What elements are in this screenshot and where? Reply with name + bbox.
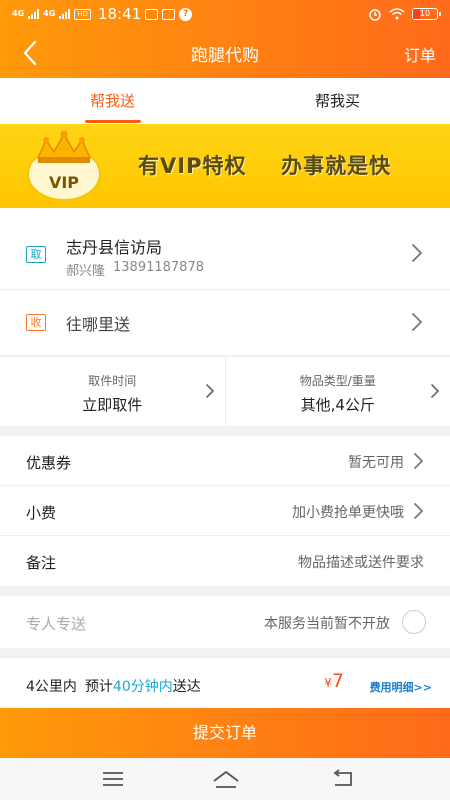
battery-icon: 10 <box>412 8 441 20</box>
eta-suffix: 送达 <box>172 679 201 695</box>
tip-label: 小费 <box>26 504 57 522</box>
pickup-contact: 郝兴隆 13891187878 <box>66 260 204 279</box>
chevron-right-icon <box>414 453 423 469</box>
battery-level: 10 <box>419 9 431 18</box>
special-delivery-row: 专人专送 本服务当前暂不开放 <box>0 596 450 648</box>
remark-row[interactable]: 备注 物品描述或送件要求 <box>0 536 450 586</box>
destination-address-row[interactable]: 收 往哪里送 <box>0 290 450 355</box>
tip-value: 加小费抢单更快哦 <box>292 505 404 521</box>
home-icon[interactable] <box>211 768 241 790</box>
back-icon[interactable] <box>330 768 356 790</box>
vip-banner[interactable]: VIP 有VIP特权 办事就是快 <box>0 124 450 208</box>
tab-deliver-for-me[interactable]: 帮我送 <box>0 78 225 124</box>
hd-badge: HD <box>74 8 91 20</box>
back-button[interactable] <box>14 37 46 69</box>
remark-placeholder: 物品描述或送件要求 <box>298 555 424 571</box>
tip-row[interactable]: 小费 加小费抢单更快哦 <box>0 486 450 536</box>
header: 跑腿代购 订单 <box>0 28 450 78</box>
system-nav-bar <box>0 758 450 800</box>
destination-placeholder: 往哪里送 <box>66 315 131 334</box>
distance-text: 4公里内 <box>26 679 77 695</box>
chevron-right-icon <box>205 384 214 398</box>
destination-tag: 收 <box>26 314 46 331</box>
address-card: 取 志丹县信访局 郝兴隆 13891187878 收 往哪里送 <box>0 208 450 355</box>
coupon-label: 优惠券 <box>26 454 72 472</box>
price: ¥7 <box>324 670 344 692</box>
chevron-right-icon <box>431 384 440 398</box>
price-currency: ¥ <box>324 676 332 690</box>
remark-label: 备注 <box>26 554 57 572</box>
pickup-meta-row: 取件时间 立即取件 物品类型/重量 其他,4公斤 <box>0 356 450 426</box>
price-amount: 7 <box>331 670 344 692</box>
page-title: 跑腿代购 <box>191 45 259 66</box>
pickup-time-selector[interactable]: 取件时间 立即取件 <box>0 357 225 426</box>
eta-text: 预计40分钟内送达 <box>85 676 201 696</box>
vip-crown-icon: VIP <box>27 130 101 201</box>
special-delivery-note: 本服务当前暂不开放 <box>264 616 390 632</box>
pickup-address-row[interactable]: 取 志丹县信访局 郝兴隆 13891187878 <box>0 208 450 290</box>
signal-icon <box>28 9 40 19</box>
eta-highlight: 40分钟内 <box>112 679 173 695</box>
network-type-1: 4G <box>12 9 25 18</box>
wifi-icon <box>389 8 405 20</box>
pickup-contact-name: 郝兴隆 <box>66 264 106 279</box>
help-icon: ? <box>179 7 193 21</box>
eta-prefix: 预计 <box>84 679 113 695</box>
delivery-estimate: 4公里内 预计40分钟内送达 <box>26 676 201 696</box>
vip-slogan-part2: 办事就是快 <box>281 154 392 178</box>
tab-buy-for-me[interactable]: 帮我买 <box>225 78 450 124</box>
app-icon <box>162 8 176 20</box>
special-delivery-label: 专人专送 <box>26 615 87 633</box>
order-summary: 4公里内 预计40分钟内送达 ¥7 费用明细>> <box>0 658 450 708</box>
coupon-row[interactable]: 优惠券 暂无可用 <box>0 436 450 486</box>
pickup-tag: 取 <box>26 246 46 263</box>
item-type-value: 其他,4公斤 <box>300 396 375 414</box>
signal-icon-2 <box>59 9 71 19</box>
pickup-time-label: 取件时间 <box>88 374 137 388</box>
pickup-time-value: 立即取件 <box>82 396 143 414</box>
coupon-value: 暂无可用 <box>348 455 404 471</box>
fee-detail-link[interactable]: 费用明细>> <box>370 679 432 695</box>
pickup-contact-phone: 13891187878 <box>113 260 204 275</box>
chevron-right-icon <box>414 503 423 519</box>
pickup-address: 志丹县信访局 <box>66 238 163 257</box>
tab-bar: 帮我送 帮我买 <box>0 78 450 124</box>
vip-slogan-part1: 有VIP特权 <box>138 154 247 178</box>
status-left: 4G 4G HD 18:41 ? <box>12 5 193 23</box>
item-type-selector[interactable]: 物品类型/重量 其他,4公斤 <box>224 357 450 426</box>
order-options: 优惠券 暂无可用 小费 加小费抢单更快哦 备注 物品描述或送件要求 <box>0 436 450 586</box>
status-right: 10 <box>368 7 441 21</box>
message-icon <box>145 8 159 20</box>
status-time: 18:41 <box>97 5 142 23</box>
chevron-right-icon <box>412 244 422 262</box>
chevron-right-icon <box>412 313 422 331</box>
network-type-2: 4G <box>43 9 56 18</box>
alarm-icon <box>369 9 381 21</box>
item-type-label: 物品类型/重量 <box>299 374 376 388</box>
special-delivery-radio[interactable] <box>402 610 426 634</box>
chevron-left-icon <box>23 40 37 66</box>
orders-button[interactable]: 订单 <box>404 42 436 66</box>
vip-slogan: 有VIP特权 办事就是快 <box>138 150 391 180</box>
vip-badge-text: VIP <box>49 173 79 192</box>
menu-icon[interactable] <box>100 768 126 790</box>
status-bar: 4G 4G HD 18:41 ? 10 <box>0 0 450 28</box>
submit-order-button[interactable]: 提交订单 <box>0 708 450 758</box>
